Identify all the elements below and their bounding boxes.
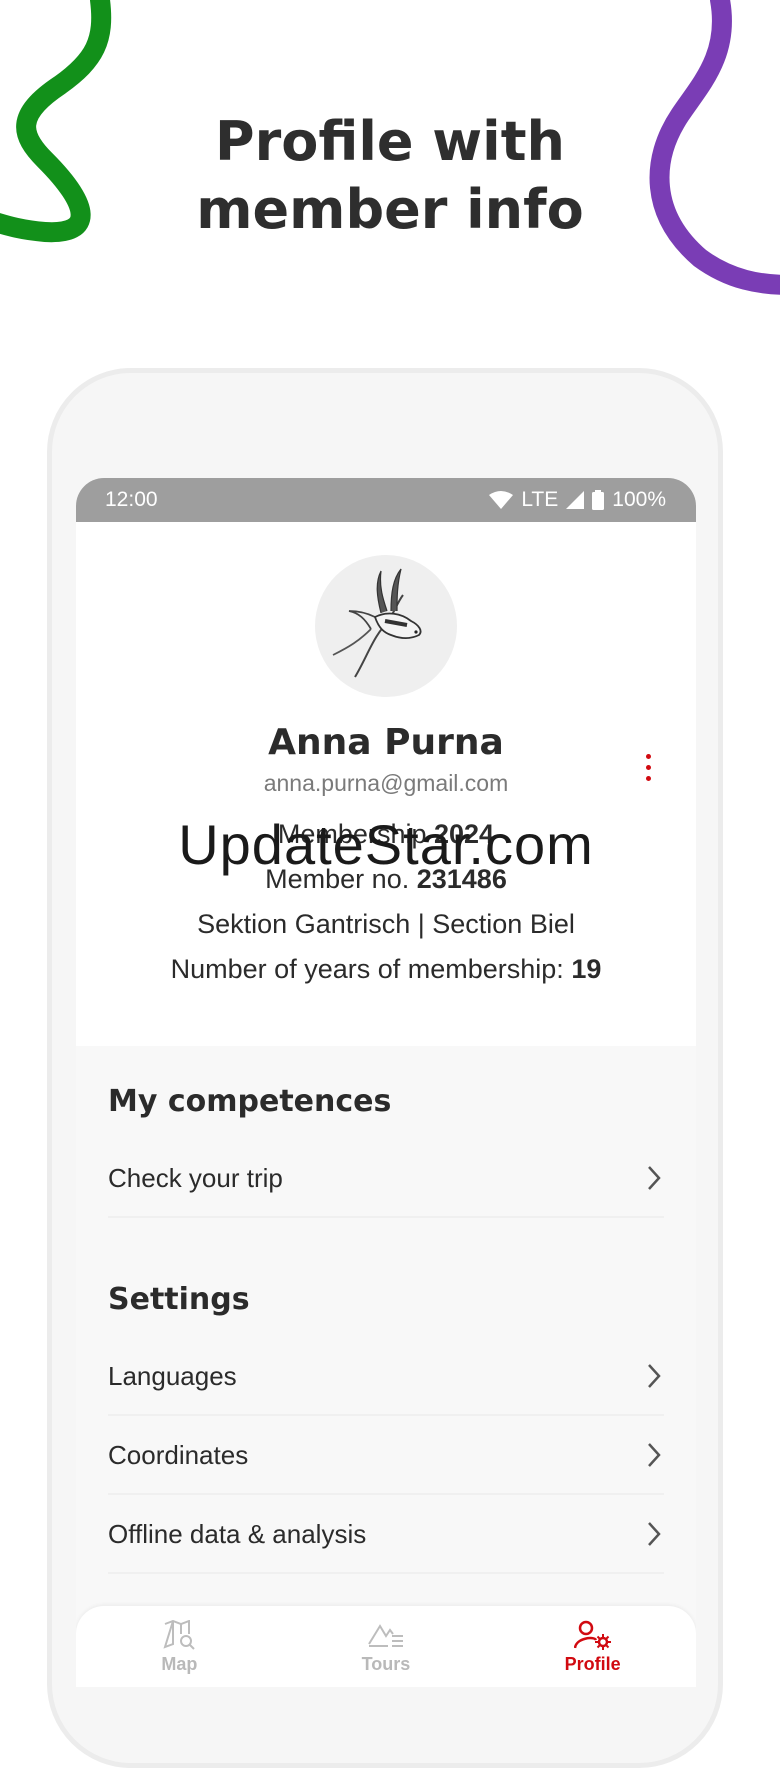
signal-icon	[566, 491, 585, 509]
status-network: LTE	[521, 488, 559, 511]
wifi-icon	[489, 491, 514, 509]
sections-line: Sektion Gantrisch | Section Biel	[197, 909, 575, 939]
row-check-your-trip[interactable]: Check your trip	[108, 1140, 664, 1218]
row-label: Coordinates	[108, 1439, 249, 1470]
nav-profile-label: Profile	[564, 1654, 621, 1674]
chevron-right-icon	[648, 1166, 661, 1190]
nav-map[interactable]: Map	[99, 1606, 259, 1675]
row-offline-data[interactable]: Offline data & analysis	[108, 1496, 664, 1574]
settings-title: Settings	[108, 1282, 250, 1317]
app-screen: 12:00 LTE 100% Anna Purna anna.purna@gma…	[76, 478, 696, 1687]
nav-tours[interactable]: Tours	[306, 1606, 466, 1675]
status-battery: 100%	[612, 488, 666, 511]
user-settings-icon	[573, 1620, 611, 1650]
row-label: Offline data & analysis	[108, 1518, 367, 1549]
member-no-label: Member no.	[265, 864, 410, 894]
row-coordinates[interactable]: Coordinates	[108, 1417, 664, 1495]
chamois-icon	[332, 568, 422, 678]
mountain-list-icon	[368, 1624, 403, 1647]
member-name: Anna Purna	[268, 722, 504, 763]
battery-icon	[592, 490, 605, 510]
nav-tours-label: Tours	[361, 1654, 411, 1674]
status-bar: 12:00 LTE 100%	[76, 478, 696, 522]
more-vertical-icon[interactable]	[642, 754, 654, 790]
status-time: 12:00	[105, 488, 158, 511]
member-email: anna.purna@gmail.com	[263, 770, 509, 796]
bottom-nav: Map Tours Profile	[76, 1606, 696, 1687]
profile-header: Anna Purna anna.purna@gmail.com Membersh…	[76, 522, 696, 1046]
member-no: 231486	[416, 864, 507, 894]
chevron-right-icon	[648, 1364, 661, 1388]
promo-title: Profile with member info	[196, 110, 584, 241]
member-no-line: Member no. 231486	[76, 864, 696, 895]
row-languages[interactable]: Languages	[108, 1338, 664, 1416]
avatar	[315, 555, 457, 697]
nav-map-label: Map	[161, 1654, 198, 1674]
nav-profile[interactable]: Profile	[513, 1606, 673, 1675]
years-value: 19	[571, 954, 602, 984]
chevron-right-icon	[648, 1522, 661, 1546]
years-label: Number of years of membership:	[170, 954, 564, 984]
competences-title: My competences	[108, 1084, 392, 1119]
settings-area: My competences Check your trip Settings …	[76, 1046, 696, 1687]
row-label: Check your trip	[108, 1162, 283, 1193]
years-line: Number of years of membership: 19	[76, 954, 696, 985]
row-label: Languages	[108, 1360, 237, 1391]
chevron-right-icon	[648, 1443, 661, 1467]
map-search-icon	[163, 1620, 196, 1650]
